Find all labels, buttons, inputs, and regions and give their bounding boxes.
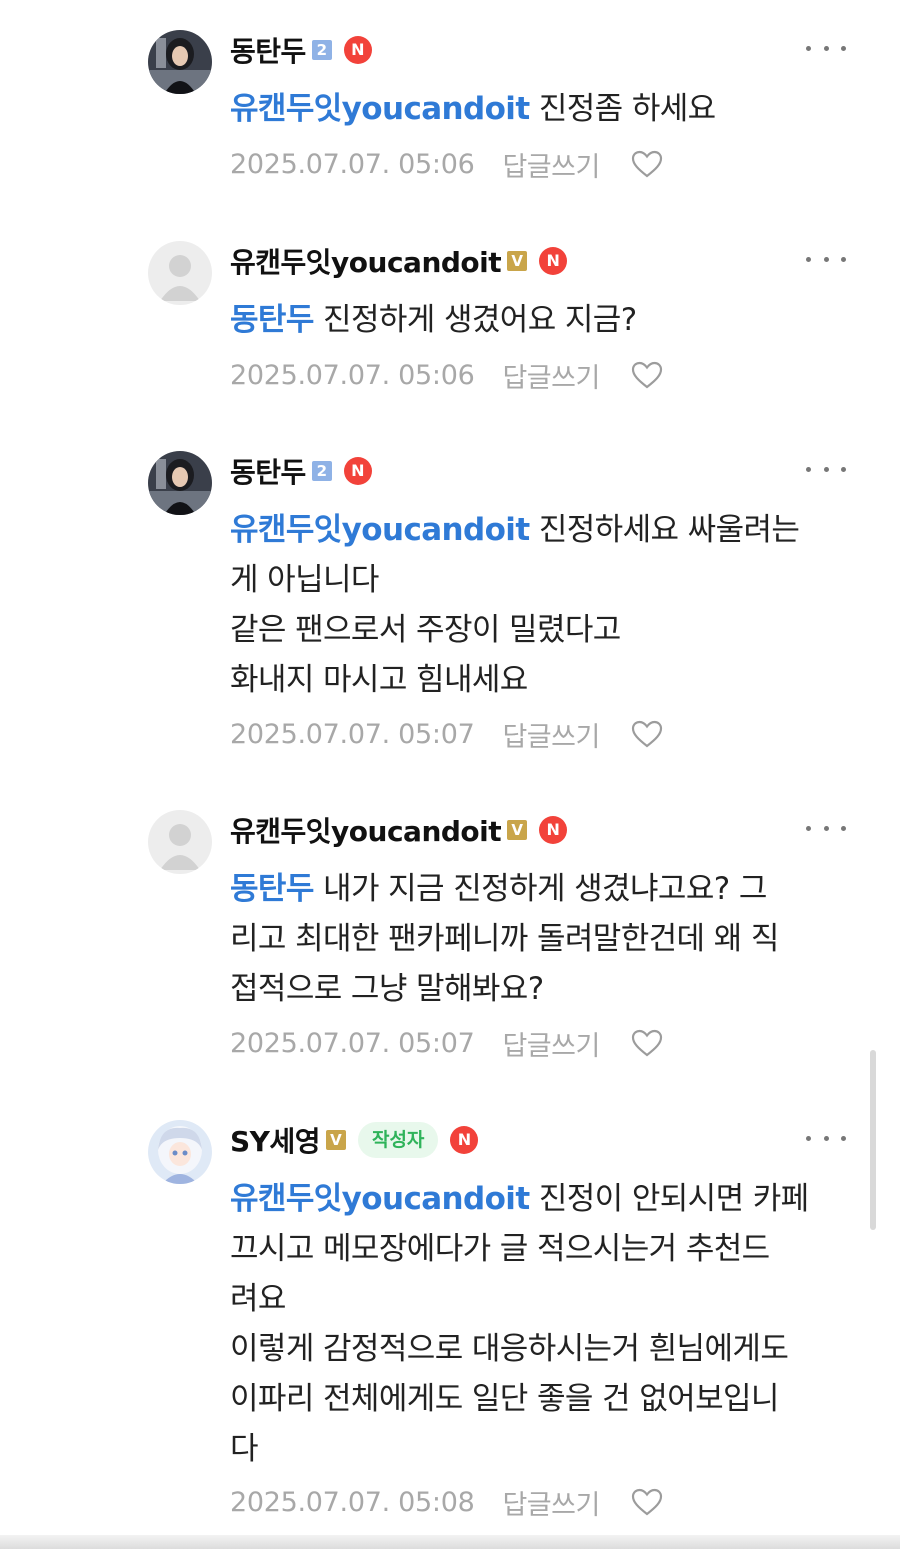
comment-line: 다	[230, 1431, 259, 1467]
level-badge: V	[325, 1130, 346, 1150]
comment-text: 유캔두잇youcandoit 진정좀 하세요	[230, 84, 860, 134]
comment-line: 유캔두잇youcandoit 진정좀 하세요	[230, 91, 716, 127]
mention-link[interactable]: 유캔두잇youcandoit	[230, 512, 530, 548]
more-dots-icon	[841, 466, 846, 472]
author-avatar[interactable]	[148, 241, 212, 305]
comment-meta: 2025.07.07. 05:07 답글쓰기	[230, 1023, 664, 1063]
comment-text: 유캔두잇youcandoit 진정이 안되시면 카페 끄시고 메모장에다가 글 …	[230, 1174, 860, 1474]
author-row: 유캔두잇youcandoit V N	[230, 241, 568, 281]
more-dots-icon	[841, 45, 846, 51]
comment-timestamp: 2025.07.07. 05:08	[230, 1486, 475, 1518]
mention-link[interactable]: 유캔두잇youcandoit	[230, 1181, 530, 1217]
heart-outline-icon[interactable]	[630, 149, 664, 179]
level-badge: 2	[311, 461, 332, 481]
more-options-button[interactable]	[806, 816, 846, 840]
more-dots-icon	[806, 466, 811, 472]
comment-line: 동탄두 진정하게 생겼어요 지금?	[230, 302, 637, 338]
author-avatar[interactable]	[148, 1120, 212, 1184]
more-dots-icon	[841, 825, 846, 831]
comment-line: 동탄두 내가 지금 진정하게 생겼냐고요? 그	[230, 871, 767, 907]
more-options-button[interactable]	[806, 36, 846, 60]
comment-line: 게 아닙니다	[230, 562, 379, 598]
more-options-button[interactable]	[806, 1126, 846, 1150]
more-dots-icon	[823, 256, 829, 262]
author-row: 동탄두 2 N	[230, 30, 372, 70]
mention-link[interactable]: 동탄두	[230, 302, 314, 338]
comment-meta: 2025.07.07. 05:06 답글쓰기	[230, 355, 664, 395]
heart-outline-icon[interactable]	[630, 360, 664, 390]
reply-button[interactable]: 답글쓰기	[502, 1024, 600, 1063]
comment-line: 유캔두잇youcandoit 진정하세요 싸울려는	[230, 512, 800, 548]
reply-button[interactable]: 답글쓰기	[502, 145, 600, 184]
comment-meta: 2025.07.07. 05:06 답글쓰기	[230, 144, 664, 184]
comment-meta: 2025.07.07. 05:08 답글쓰기	[230, 1482, 664, 1522]
writer-tag: 작성자	[357, 1122, 439, 1158]
comment-text: 동탄두 진정하게 생겼어요 지금?	[230, 295, 860, 345]
comment-text: 동탄두 내가 지금 진정하게 생겼냐고요? 그 리고 최대한 팬카페니까 돌려말…	[230, 864, 860, 1014]
mention-link[interactable]: 동탄두	[230, 871, 314, 907]
reply-button[interactable]: 답글쓰기	[502, 356, 600, 395]
author-avatar[interactable]	[148, 451, 212, 515]
comment-line: 리고 최대한 팬카페니까 돌려말한건데 왜 직	[230, 921, 779, 957]
comment-line: 끄시고 메모장에다가 글 적으시는거 추천드	[230, 1231, 770, 1267]
author-avatar[interactable]	[148, 30, 212, 94]
level-badge: 2	[311, 40, 332, 60]
comment-line: 이파리 전체에게도 일단 좋을 건 없어보입니	[230, 1381, 779, 1417]
more-dots-icon	[806, 256, 811, 262]
more-dots-icon	[823, 1135, 829, 1141]
new-badge: N	[539, 816, 568, 844]
comment-timestamp: 2025.07.07. 05:06	[230, 148, 475, 180]
scrollbar[interactable]	[870, 1050, 876, 1230]
more-dots-icon	[823, 45, 829, 51]
new-badge: N	[539, 247, 568, 275]
more-dots-icon	[806, 825, 811, 831]
mention-link[interactable]: 유캔두잇youcandoit	[230, 91, 530, 127]
comment-meta: 2025.07.07. 05:07 답글쓰기	[230, 714, 664, 754]
author-name[interactable]: 유캔두잇youcandoit	[230, 241, 502, 281]
more-options-button[interactable]	[806, 457, 846, 481]
heart-outline-icon[interactable]	[630, 1487, 664, 1517]
comment-text: 유캔두잇youcandoit 진정하세요 싸울려는 게 아닙니다 같은 팬으로서…	[230, 505, 860, 705]
comment-line: 같은 팬으로서 주장이 밀렸다고	[230, 612, 621, 648]
more-dots-icon	[806, 45, 811, 51]
heart-outline-icon[interactable]	[630, 719, 664, 749]
comment-line: 화내지 마시고 힘내세요	[230, 662, 528, 698]
new-badge: N	[450, 1126, 479, 1154]
author-row: 동탄두 2 N	[230, 451, 372, 491]
more-dots-icon	[823, 466, 829, 472]
author-name[interactable]: 유캔두잇youcandoit	[230, 810, 502, 850]
bottom-divider	[0, 1535, 900, 1549]
more-dots-icon	[841, 256, 846, 262]
comment-timestamp: 2025.07.07. 05:07	[230, 1027, 475, 1059]
author-name[interactable]: 동탄두	[230, 451, 306, 491]
comment-timestamp: 2025.07.07. 05:06	[230, 359, 475, 391]
author-avatar[interactable]	[148, 810, 212, 874]
author-name[interactable]: 동탄두	[230, 30, 306, 70]
author-row: 유캔두잇youcandoit V N	[230, 810, 568, 850]
level-badge: V	[507, 251, 528, 271]
level-badge: V	[507, 820, 528, 840]
comment-line: 려요	[230, 1281, 286, 1317]
new-badge: N	[343, 457, 372, 485]
reply-button[interactable]: 답글쓰기	[502, 1483, 600, 1522]
more-options-button[interactable]	[806, 247, 846, 271]
new-badge: N	[343, 36, 372, 64]
author-row: SY세영 V 작성자 N	[230, 1120, 479, 1160]
comment-line: 이렇게 감정적으로 대응하시는거 흰님에게도	[230, 1331, 789, 1367]
more-dots-icon	[841, 1135, 846, 1141]
author-name[interactable]: SY세영	[230, 1120, 320, 1160]
more-dots-icon	[806, 1135, 811, 1141]
reply-button[interactable]: 답글쓰기	[502, 715, 600, 754]
heart-outline-icon[interactable]	[630, 1028, 664, 1058]
comment-timestamp: 2025.07.07. 05:07	[230, 718, 475, 750]
comment-line: 유캔두잇youcandoit 진정이 안되시면 카페	[230, 1181, 809, 1217]
comment-line: 접적으로 그냥 말해봐요?	[230, 971, 544, 1007]
more-dots-icon	[823, 825, 829, 831]
